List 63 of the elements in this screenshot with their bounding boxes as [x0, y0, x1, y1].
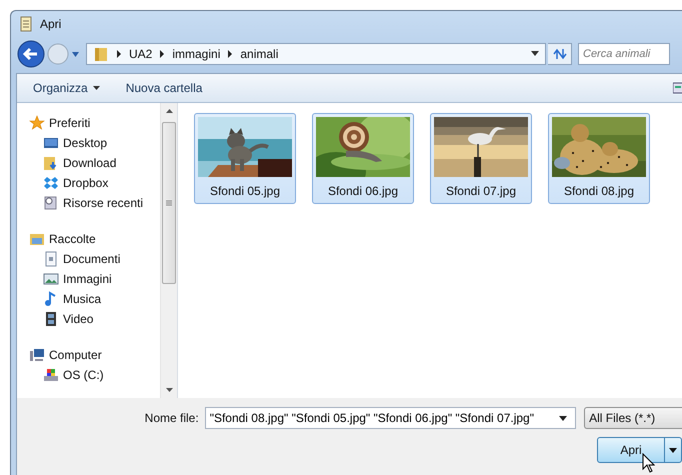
search-field[interactable]: Cerca animali: [578, 43, 670, 65]
file-thumbnail[interactable]: Sfondi 05.jpg: [194, 113, 296, 204]
mouse-cursor-icon: [642, 453, 655, 473]
refresh-button[interactable]: [548, 43, 572, 65]
chevron-icon: [159, 50, 166, 58]
file-name: Sfondi 07.jpg: [446, 184, 516, 198]
view-icon[interactable]: [673, 82, 682, 94]
drive-icon: [43, 367, 59, 383]
scrollbar-thumb[interactable]: [162, 122, 176, 284]
file-name: Sfondi 05.jpg: [210, 184, 280, 198]
file-type-dropdown[interactable]: All Files (*.*): [584, 407, 682, 429]
caret-icon: [92, 86, 100, 90]
dropdown-caret-icon[interactable]: [559, 416, 568, 420]
nav-item[interactable]: Documenti: [17, 249, 160, 269]
address-bar[interactable]: UA2 immagini animali: [86, 43, 546, 65]
star-icon: [29, 115, 45, 131]
nav-item[interactable]: Musica: [17, 289, 160, 309]
file-thumbnail[interactable]: Sfondi 06.jpg: [312, 113, 414, 204]
nav-item[interactable]: Video: [17, 309, 160, 329]
breadcrumb[interactable]: UA2: [129, 47, 152, 61]
file-name: Sfondi 08.jpg: [564, 184, 634, 198]
folder-icon: [93, 46, 109, 62]
library-icon: [29, 231, 45, 247]
chevron-icon: [116, 50, 122, 58]
nav-item[interactable]: Risorse recenti: [17, 193, 160, 213]
computer-icon: [29, 347, 45, 363]
nav-item[interactable]: Desktop: [17, 133, 160, 153]
back-button[interactable]: [17, 40, 45, 68]
nav-item[interactable]: Dropbox: [17, 173, 160, 193]
scrollbar[interactable]: [160, 103, 177, 398]
document-icon: [43, 251, 59, 267]
organize-menu-button[interactable]: Organizza: [27, 79, 106, 97]
image-icon: [43, 271, 59, 287]
new-folder-button[interactable]: Nuova cartella: [120, 79, 208, 97]
nav-item[interactable]: Immagini: [17, 269, 160, 289]
scroll-down-icon[interactable]: [166, 388, 172, 392]
file-thumbnail[interactable]: Sfondi 07.jpg: [430, 113, 532, 204]
nav-group-item[interactable]: Preferiti: [17, 113, 160, 133]
recent-pages-icon[interactable]: [71, 50, 80, 58]
film-icon: [43, 311, 59, 327]
caret-icon[interactable]: [669, 448, 677, 452]
open-button[interactable]: Apri: [597, 437, 682, 463]
field-label: Nome file:: [144, 411, 200, 425]
breadcrumb[interactable]: animali: [240, 47, 278, 61]
grip-icon: [166, 200, 172, 206]
file-thumbnail[interactable]: Sfondi 08.jpg: [548, 113, 650, 204]
file-name: Sfondi 06.jpg: [328, 184, 398, 198]
file-name-field[interactable]: "Sfondi 08.jpg" "Sfondi 05.jpg" "Sfondi 06.jpg" "Sfondi 07.jpg": [204, 407, 576, 429]
document-icon: [20, 16, 32, 32]
breadcrumb[interactable]: immagini: [172, 47, 220, 61]
dropbox-icon: [43, 175, 59, 191]
folder-icon: [43, 155, 59, 171]
nav-group-item[interactable]: Raccolte: [17, 229, 160, 249]
scroll-up-icon[interactable]: [166, 109, 172, 113]
chevron-icon: [227, 50, 234, 58]
monitor-icon: [43, 135, 59, 151]
dropdown-caret-icon[interactable]: [531, 51, 539, 57]
refresh-icon: [552, 48, 568, 60]
nav-group-item[interactable]: Computer: [17, 345, 160, 365]
recent-items-icon: [43, 195, 59, 211]
nav-item[interactable]: OS (C:): [17, 365, 160, 385]
nav-item[interactable]: Download: [17, 153, 160, 173]
window-title: Apri: [40, 17, 62, 31]
